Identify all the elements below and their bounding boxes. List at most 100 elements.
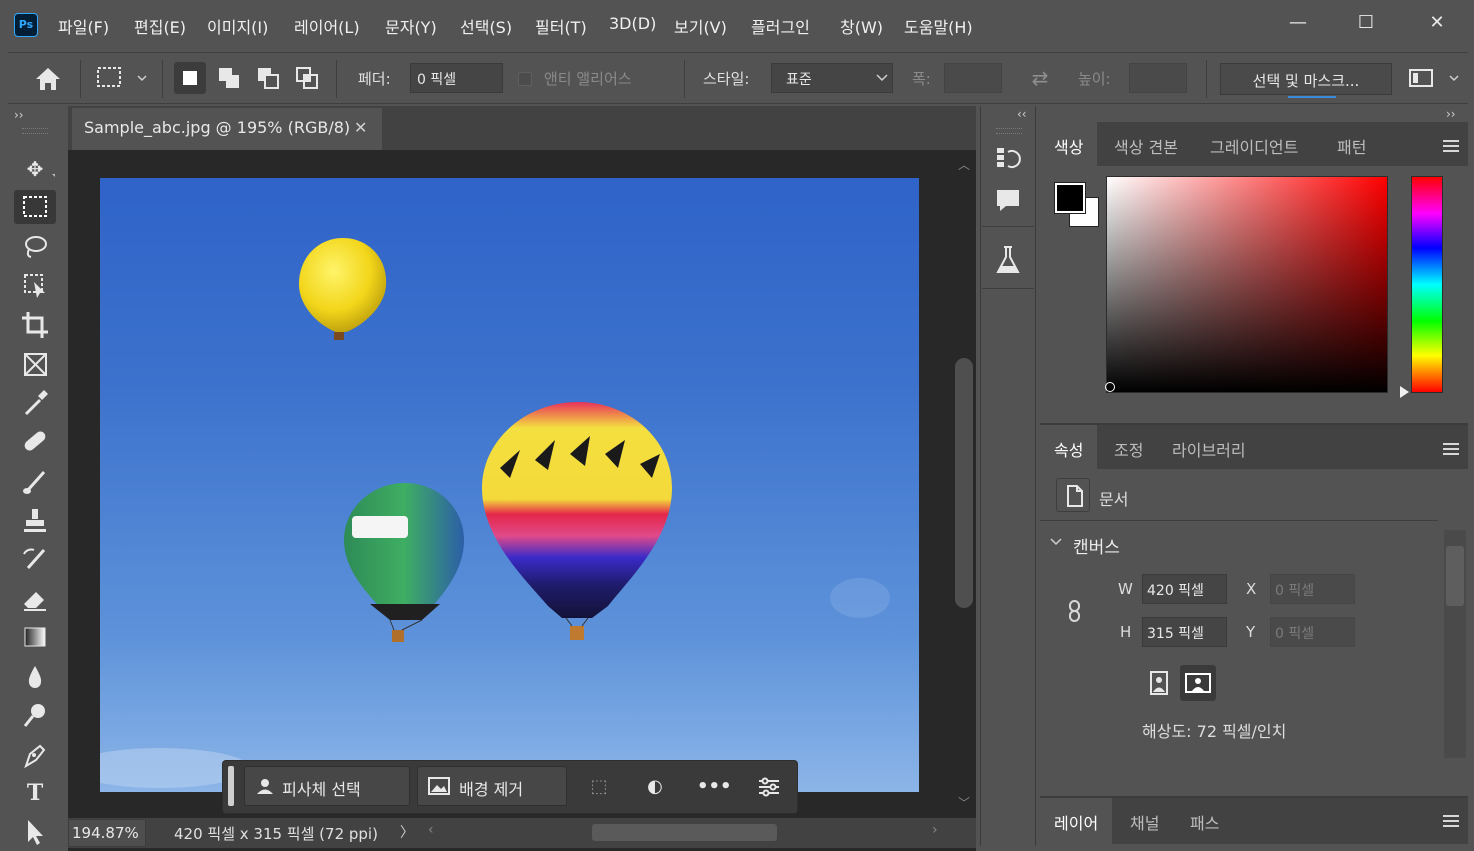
lasso-tool-icon[interactable] xyxy=(14,230,56,264)
close-tab-icon[interactable]: ✕ xyxy=(354,118,367,137)
layers-panel-menu-icon[interactable] xyxy=(1443,815,1459,827)
healing-brush-tool-icon[interactable] xyxy=(14,424,56,458)
eraser-tool-icon[interactable] xyxy=(14,582,56,616)
tab-layers[interactable]: 레이어 xyxy=(1040,798,1113,844)
canvas-image[interactable] xyxy=(100,178,919,792)
portrait-orientation-button[interactable] xyxy=(1144,667,1174,699)
intersect-selection-button[interactable] xyxy=(291,62,323,94)
landscape-orientation-button[interactable] xyxy=(1180,665,1216,701)
foreground-color-swatch[interactable] xyxy=(1054,182,1086,214)
hue-slider-handle[interactable] xyxy=(1400,386,1409,398)
taskbar-drag-handle[interactable] xyxy=(228,766,234,806)
menu-view[interactable]: 보기(V) xyxy=(674,14,727,38)
vertical-scroll-thumb[interactable] xyxy=(955,358,973,608)
horizontal-scroll-thumb[interactable] xyxy=(592,824,777,841)
pen-tool-icon[interactable] xyxy=(14,738,56,772)
menu-type[interactable]: 문자(Y) xyxy=(385,14,437,38)
feather-input[interactable]: 0 픽셀 xyxy=(410,63,503,93)
document-tab[interactable]: Sample_abc.jpg @ 195% (RGB/8) xyxy=(72,108,382,150)
canvas-x-field[interactable]: 0 픽셀 xyxy=(1270,574,1355,604)
style-select[interactable]: 표준 xyxy=(771,63,893,93)
taskbar-settings-icon[interactable] xyxy=(754,772,784,802)
close-window-button[interactable]: ✕ xyxy=(1417,8,1457,38)
tab-libraries[interactable]: 라이브러리 xyxy=(1158,425,1260,469)
remove-background-button[interactable]: 배경 제거 xyxy=(417,766,567,806)
maximize-button[interactable]: ☐ xyxy=(1346,8,1386,38)
marquee-preset-picker[interactable] xyxy=(92,62,154,94)
canvas-section-chevron-icon[interactable] xyxy=(1048,534,1064,550)
crop-tool-icon[interactable] xyxy=(14,308,56,342)
tab-patterns[interactable]: 패턴 xyxy=(1323,122,1380,166)
menu-file[interactable]: 파일(F) xyxy=(58,14,109,38)
tab-gradients[interactable]: 그레이디언트 xyxy=(1196,122,1312,166)
comments-panel-icon[interactable] xyxy=(990,182,1026,218)
width-input[interactable] xyxy=(944,63,1002,93)
minimize-button[interactable]: — xyxy=(1278,8,1318,38)
add-selection-button[interactable] xyxy=(213,62,245,94)
adjustment-circle-icon[interactable]: ◐ xyxy=(640,772,670,802)
clone-stamp-tool-icon[interactable] xyxy=(14,504,56,538)
color-panel-menu-icon[interactable] xyxy=(1443,140,1459,152)
color-picker-cursor[interactable] xyxy=(1105,382,1115,392)
scroll-left-icon[interactable]: ‹ xyxy=(428,822,434,838)
tab-paths[interactable]: 패스 xyxy=(1176,798,1233,842)
zoom-field[interactable]: 194.87% xyxy=(68,819,146,847)
menu-select[interactable]: 선택(S) xyxy=(460,14,512,38)
menu-3d[interactable]: 3D(D) xyxy=(609,14,656,33)
canvas-width-field[interactable]: 420 픽셀 xyxy=(1142,574,1227,604)
gradient-tool-icon[interactable] xyxy=(14,620,56,654)
rect-marquee-tool-icon[interactable] xyxy=(14,190,56,224)
more-options-icon[interactable]: ••• xyxy=(697,772,732,802)
menu-edit[interactable]: 편집(E) xyxy=(134,14,186,38)
antialias-checkbox[interactable] xyxy=(518,72,532,86)
eyedropper-tool-icon[interactable] xyxy=(14,386,56,420)
path-selection-tool-icon[interactable] xyxy=(14,814,56,848)
history-brush-tool-icon[interactable] xyxy=(14,542,56,576)
panel-grip[interactable] xyxy=(22,128,48,134)
brush-tool-icon[interactable] xyxy=(14,464,56,498)
menu-filter[interactable]: 필터(T) xyxy=(535,14,587,38)
workspace-switcher[interactable] xyxy=(1404,62,1464,94)
blur-tool-icon[interactable] xyxy=(14,660,56,694)
new-selection-button[interactable] xyxy=(174,62,206,94)
collapse-dock-icon[interactable]: ‹‹ xyxy=(1017,107,1027,121)
menu-plugins[interactable]: 플러그인 xyxy=(751,14,810,38)
tab-adjustments[interactable]: 조정 xyxy=(1100,425,1157,469)
frame-tool-icon[interactable] xyxy=(14,348,56,382)
menu-image[interactable]: 이미지(I) xyxy=(207,14,268,38)
home-button[interactable] xyxy=(30,62,66,96)
panel-grip[interactable] xyxy=(996,128,1022,134)
select-subject-button[interactable]: 피사체 선택 xyxy=(244,766,410,806)
move-tool-icon[interactable]: ✥ xyxy=(14,152,56,186)
tab-swatches[interactable]: 색상 견본 xyxy=(1100,122,1192,166)
dodge-tool-icon[interactable] xyxy=(14,698,56,732)
color-picker-field[interactable] xyxy=(1106,176,1388,393)
expand-tools-icon[interactable]: ›› xyxy=(14,108,24,122)
collapse-right-dock-icon[interactable]: ›› xyxy=(1446,107,1456,121)
properties-scroll-thumb[interactable] xyxy=(1446,546,1464,606)
tab-channels[interactable]: 채널 xyxy=(1116,798,1173,842)
history-panel-icon[interactable] xyxy=(990,140,1026,176)
menu-help[interactable]: 도움말(H) xyxy=(904,14,973,38)
transform-selection-icon[interactable]: ⬚ xyxy=(584,772,614,802)
menu-window[interactable]: 창(W) xyxy=(840,14,883,38)
link-dimensions-icon[interactable] xyxy=(1064,598,1086,624)
subtract-selection-button[interactable] xyxy=(252,62,284,94)
swap-dimensions-icon[interactable]: ⇄ xyxy=(1026,64,1054,92)
canvas-height-field[interactable]: 315 픽셀 xyxy=(1142,617,1227,647)
scroll-right-icon[interactable]: › xyxy=(932,822,938,838)
tab-properties[interactable]: 속성 xyxy=(1040,425,1098,469)
object-selection-tool-icon[interactable] xyxy=(14,268,56,302)
select-and-mask-button[interactable]: 선택 및 마스크... xyxy=(1220,63,1392,95)
canvas-y-field[interactable]: 0 픽셀 xyxy=(1270,617,1355,647)
type-tool-icon[interactable]: T xyxy=(14,776,56,810)
menu-layer[interactable]: 레이어(L) xyxy=(294,14,360,38)
tab-color[interactable]: 색상 xyxy=(1040,122,1098,166)
flask-icon[interactable] xyxy=(990,242,1026,278)
scroll-up-icon[interactable]: ︿ xyxy=(958,156,970,173)
hue-slider[interactable] xyxy=(1411,176,1443,393)
height-input[interactable] xyxy=(1129,63,1187,93)
scroll-down-icon[interactable]: ﹀ xyxy=(958,794,970,811)
properties-panel-menu-icon[interactable] xyxy=(1443,443,1459,455)
status-menu-icon[interactable]: 〉 xyxy=(400,822,414,842)
